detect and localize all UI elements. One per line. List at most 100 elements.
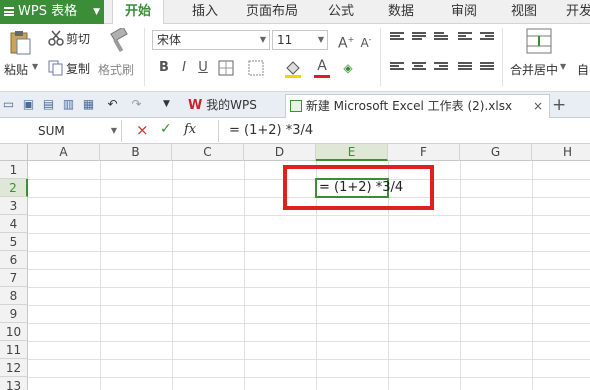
gridline (532, 161, 533, 390)
gridline (28, 305, 590, 306)
decrease-font-icon[interactable]: A- (358, 32, 374, 50)
increase-font-icon[interactable]: A+ (338, 32, 354, 52)
column-header-b[interactable]: B (100, 144, 172, 161)
chevron-down-icon[interactable]: ▼ (160, 98, 173, 111)
ribbon-toolbar: 粘贴 ▼ 剪切 复制 格式刷 宋体 ▼ 11 ▼ A+ A- B I U A ◈… (0, 24, 590, 92)
tab-formulas[interactable]: 公式 (328, 0, 354, 24)
row-header-1[interactable]: 1 (0, 161, 28, 179)
column-header-a[interactable]: A (28, 144, 100, 161)
gridline (28, 341, 590, 342)
borders-icon[interactable] (218, 60, 234, 76)
row-header-4[interactable]: 4 (0, 215, 28, 233)
cut-button[interactable]: 剪切 (66, 30, 90, 47)
tab-insert[interactable]: 插入 (192, 0, 218, 24)
align-middle-icon[interactable] (412, 32, 426, 44)
copy-button[interactable]: 复制 (66, 60, 90, 77)
app-menu-button[interactable]: WPS 表格 ▼ (0, 0, 104, 24)
ribbon-divider (144, 28, 145, 86)
new-tab-button[interactable]: + (552, 94, 568, 118)
align-right-icon[interactable] (434, 62, 448, 74)
merge-center-button[interactable]: 合并居中 (510, 61, 558, 78)
spreadsheet-grid[interactable]: A B C D E F G H 1 2 3 4 5 6 7 8 9 10 11 … (0, 144, 590, 390)
font-name-value: 宋体 (157, 33, 182, 47)
format-painter-icon[interactable] (108, 28, 130, 54)
justify-icon[interactable] (458, 62, 472, 74)
tab-review[interactable]: 审阅 (451, 0, 477, 24)
print-icon[interactable]: ▥ (62, 98, 75, 111)
bold-icon[interactable]: B (156, 60, 172, 76)
column-header-h[interactable]: H (532, 144, 590, 161)
font-color-swatch (314, 75, 330, 78)
formula-bar: SUM ▼ × ✓ fx = (1+2) *3/4 (0, 118, 590, 144)
font-color-icon[interactable]: A (314, 58, 330, 74)
app-title: WPS 表格 (18, 4, 78, 19)
merge-cells-icon[interactable] (248, 60, 264, 76)
row-header-13[interactable]: 13 (0, 377, 28, 390)
row-header-10[interactable]: 10 (0, 323, 28, 341)
column-header-d[interactable]: D (244, 144, 316, 161)
tab-my-wps-label: 我的WPS (206, 98, 257, 112)
select-all-corner[interactable] (0, 144, 28, 161)
merge-center-icon[interactable] (526, 28, 552, 54)
chevron-down-icon[interactable]: ▼ (111, 120, 117, 142)
paste-icon[interactable] (8, 30, 32, 56)
align-center-icon[interactable] (412, 62, 426, 74)
auto-sum-button[interactable]: 自 (577, 61, 589, 78)
chevron-down-icon: ▼ (93, 7, 100, 17)
distributed-icon[interactable] (480, 62, 494, 74)
menu-icon (4, 7, 14, 16)
cancel-icon[interactable]: × (136, 121, 149, 139)
chevron-down-icon[interactable]: ▼ (560, 62, 566, 71)
align-left-icon[interactable] (390, 62, 404, 74)
confirm-icon[interactable]: ✓ (160, 121, 172, 137)
clear-format-icon[interactable]: ◈ (340, 60, 356, 76)
chevron-down-icon[interactable]: ▼ (32, 62, 38, 71)
chevron-down-icon: ▼ (259, 35, 266, 44)
row-header-3[interactable]: 3 (0, 197, 28, 215)
row-header-9[interactable]: 9 (0, 305, 28, 323)
row-header-2[interactable]: 2 (0, 179, 28, 197)
insert-function-button[interactable]: fx (184, 122, 196, 137)
indent-icon[interactable] (480, 32, 494, 44)
tab-data[interactable]: 数据 (388, 0, 414, 24)
align-bottom-icon[interactable] (434, 32, 448, 44)
undo-icon[interactable]: ↶ (106, 98, 119, 111)
close-icon[interactable]: × (533, 95, 543, 117)
gridline (28, 377, 590, 378)
redo-icon[interactable]: ↷ (130, 98, 143, 111)
name-box[interactable]: SUM ▼ (0, 120, 122, 142)
tab-home[interactable]: 开始 (112, 0, 164, 25)
row-header-8[interactable]: 8 (0, 287, 28, 305)
format-painter-button[interactable]: 格式刷 (98, 61, 134, 78)
paste-button[interactable]: 粘贴 (4, 61, 28, 78)
column-header-e[interactable]: E (316, 144, 388, 161)
tab-developer[interactable]: 开发 (566, 0, 590, 24)
row-header-7[interactable]: 7 (0, 269, 28, 287)
tab-my-wps[interactable]: W 我的WPS (184, 94, 282, 118)
print-preview-icon[interactable]: ▦ (82, 98, 95, 111)
save-icon[interactable]: ▣ (22, 98, 35, 111)
row-header-11[interactable]: 11 (0, 341, 28, 359)
column-header-c[interactable]: C (172, 144, 244, 161)
align-top-icon[interactable] (390, 32, 404, 44)
row-header-12[interactable]: 12 (0, 359, 28, 377)
row-header-6[interactable]: 6 (0, 251, 28, 269)
tab-page-layout[interactable]: 页面布局 (246, 0, 298, 24)
menu-bar: WPS 表格 ▼ 开始 插入 页面布局 公式 数据 审阅 视图 开发 (0, 0, 590, 25)
tab-view[interactable]: 视图 (511, 0, 537, 24)
font-size-select[interactable]: 11 ▼ (272, 30, 328, 50)
export-pdf-icon[interactable]: ▤ (42, 98, 55, 111)
formula-input[interactable]: = (1+2) *3/4 (218, 120, 590, 142)
font-name-select[interactable]: 宋体 ▼ (152, 30, 270, 50)
gridline (28, 323, 590, 324)
fill-color-icon[interactable] (284, 60, 302, 78)
underline-icon[interactable]: U (195, 60, 211, 76)
italic-icon[interactable]: I (176, 60, 192, 76)
tab-workbook[interactable]: 新建 Microsoft Excel 工作表 (2).xlsx × (285, 94, 550, 118)
wrap-text-icon[interactable] (458, 32, 472, 44)
open-folder-icon[interactable]: ▭ (2, 98, 15, 111)
column-header-f[interactable]: F (388, 144, 460, 161)
row-header-5[interactable]: 5 (0, 233, 28, 251)
gridline (244, 161, 245, 390)
column-header-g[interactable]: G (460, 144, 532, 161)
